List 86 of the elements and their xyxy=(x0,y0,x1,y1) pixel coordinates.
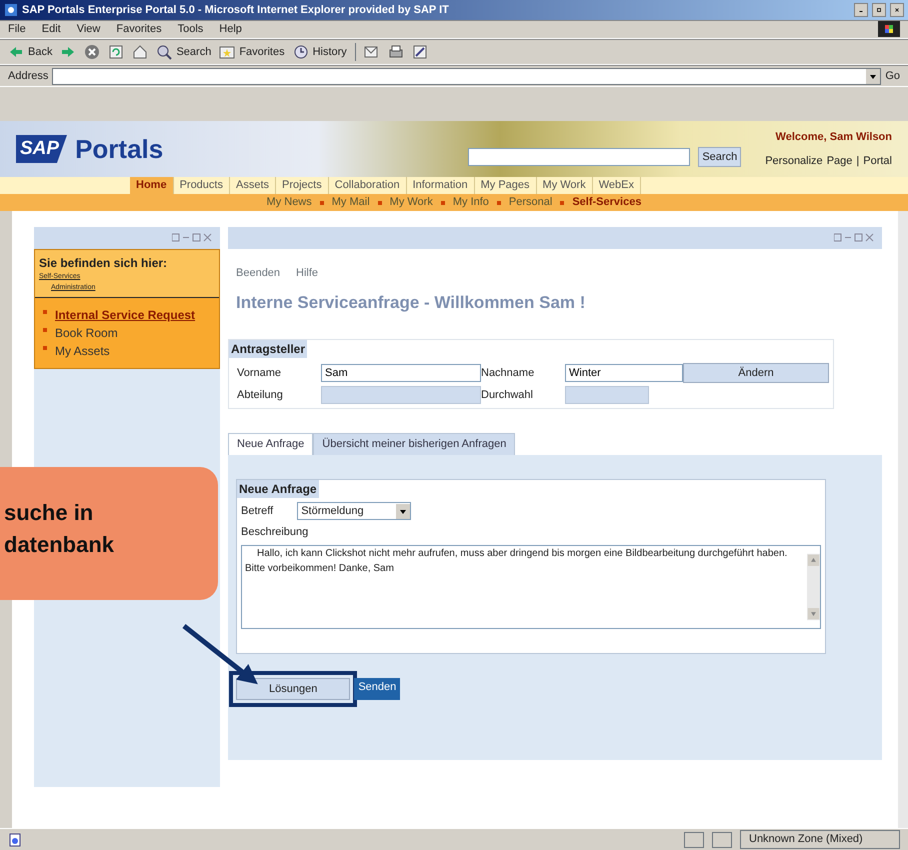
sub-nav-link[interactable]: My Mail xyxy=(332,194,370,211)
dropdown-value: Störmeldung xyxy=(301,504,364,519)
search-button[interactable]: Search xyxy=(698,146,742,168)
sub-nav-link[interactable]: My Info xyxy=(452,194,489,211)
refresh-icon[interactable] xyxy=(108,44,124,60)
windows-logo-icon[interactable] xyxy=(878,21,900,38)
sidebar-link[interactable]: Book Room xyxy=(55,324,118,342)
bullet-icon xyxy=(496,200,501,204)
stop-icon[interactable] xyxy=(84,44,100,60)
toolbar-button-label[interactable]: Favorites xyxy=(239,44,285,60)
sub-nav-link[interactable]: My Work xyxy=(390,194,433,211)
status-pane xyxy=(712,832,732,848)
bullet-icon xyxy=(43,346,47,350)
bullet-icon xyxy=(378,200,382,204)
sidebar-link[interactable]: Internal Service Request xyxy=(55,306,196,324)
ie-icon[interactable] xyxy=(4,3,18,17)
welcome-text: Welcome, Sam Wilson xyxy=(776,130,892,144)
address-field[interactable] xyxy=(52,68,882,84)
bullet-icon xyxy=(43,310,47,314)
bullet-icon xyxy=(43,328,47,332)
sub-nav-link[interactable]: Personal xyxy=(508,194,552,211)
maximize-icon xyxy=(877,6,881,14)
text-field[interactable]: Sam xyxy=(321,364,481,382)
menu-item[interactable]: Help xyxy=(219,21,242,38)
tab[interactable]: Übersicht meiner bisherigen Anfragen xyxy=(313,433,516,454)
page-icon[interactable] xyxy=(8,832,22,846)
window-controls-icon[interactable] xyxy=(834,233,874,243)
field-label: Durchwahl xyxy=(481,388,534,403)
callout-text: suche in xyxy=(4,499,94,527)
menu-item[interactable]: View xyxy=(76,21,100,38)
sub-nav-link[interactable]: My News xyxy=(266,194,312,211)
bullet-icon xyxy=(320,200,324,204)
header-link[interactable]: Personalize xyxy=(765,153,823,170)
status-zone: Unknown Zone (Mixed) xyxy=(740,830,900,849)
text-area[interactable]: Hallo, ich kann Clickshot nicht mehr aufrufen, muss aber dringend bis morgen eine Bildbearbeitung durchgeführt haben. Bitte vorbeikommen! Danke, Sam xyxy=(241,544,821,628)
menu-item[interactable]: File xyxy=(8,21,26,38)
field-label: Betreff xyxy=(241,504,274,519)
search-field[interactable] xyxy=(468,148,690,166)
field-label: Nachname xyxy=(481,366,536,380)
callout-text: datenbank xyxy=(4,530,116,559)
home-icon[interactable] xyxy=(132,44,148,60)
form-button[interactable]: Senden xyxy=(354,678,400,700)
text-area-content: Hallo, ich kann Clickshot nicht mehr aufrufen, muss aber dringend bis morgen eine Bildbearbeitung durchgeführt haben. Bitte vorbeikommen! Danke, Sam xyxy=(245,546,788,576)
group-title: Neue Anfrage xyxy=(237,480,319,498)
text-field[interactable]: Winter xyxy=(565,364,683,382)
clock-icon[interactable] xyxy=(292,44,309,60)
header-link[interactable]: Portal xyxy=(863,153,892,170)
toolbar-link[interactable]: Hilfe xyxy=(296,265,318,282)
field-label: Abteilung xyxy=(237,388,284,403)
window-close-button[interactable] xyxy=(890,3,904,17)
page-heading: Interne Serviceanfrage - Willkommen Sam ! xyxy=(235,292,586,314)
status-pane xyxy=(684,832,704,848)
location-heading: Sie befinden sich hier: xyxy=(39,255,168,272)
window-maximize-button[interactable] xyxy=(872,3,886,17)
group-title: Antragsteller xyxy=(229,340,308,358)
address-label: Address xyxy=(8,68,48,84)
nav-tab[interactable]: Home xyxy=(130,177,174,194)
menu-item[interactable]: Edit xyxy=(42,21,61,38)
edit-icon[interactable] xyxy=(412,44,428,60)
field-label: Beschreibung xyxy=(241,525,310,540)
dropdown-field[interactable]: Störmeldung xyxy=(297,502,412,520)
mail-icon[interactable] xyxy=(364,44,380,60)
toolbar-link[interactable]: Beenden xyxy=(236,265,280,282)
star-folder-icon[interactable] xyxy=(219,44,236,60)
menu-item[interactable]: Favorites xyxy=(116,21,162,38)
menu-item[interactable]: Tools xyxy=(178,21,204,38)
change-button[interactable]: Ändern xyxy=(683,362,829,383)
bullet-icon xyxy=(440,200,445,204)
sub-nav-link[interactable]: Self-Services xyxy=(572,194,642,211)
logo-mark: SAP xyxy=(16,134,68,164)
toolbar-button-label[interactable]: Search xyxy=(176,44,212,60)
close-icon xyxy=(895,6,899,14)
sidebar-link[interactable]: My Assets xyxy=(55,342,110,360)
toolbar-button-label[interactable]: History xyxy=(312,44,347,60)
field-label: Vorname xyxy=(237,366,282,380)
logo-text: Portals xyxy=(75,132,164,166)
go-button[interactable]: Go xyxy=(885,68,900,84)
toolbar-button-label[interactable]: Back xyxy=(28,44,52,60)
header-link[interactable]: Page xyxy=(826,153,852,170)
bullet-icon xyxy=(560,200,564,204)
printer-icon[interactable] xyxy=(388,44,404,60)
link-separator: | xyxy=(856,154,860,169)
window-title: SAP Portals Enterprise Portal 5.0 - Microsoft Internet Explorer provided by SAP IT xyxy=(22,2,450,18)
search-icon[interactable] xyxy=(156,44,172,60)
tab[interactable]: Neue Anfrage xyxy=(228,433,314,454)
window-controls-icon[interactable] xyxy=(172,233,212,243)
